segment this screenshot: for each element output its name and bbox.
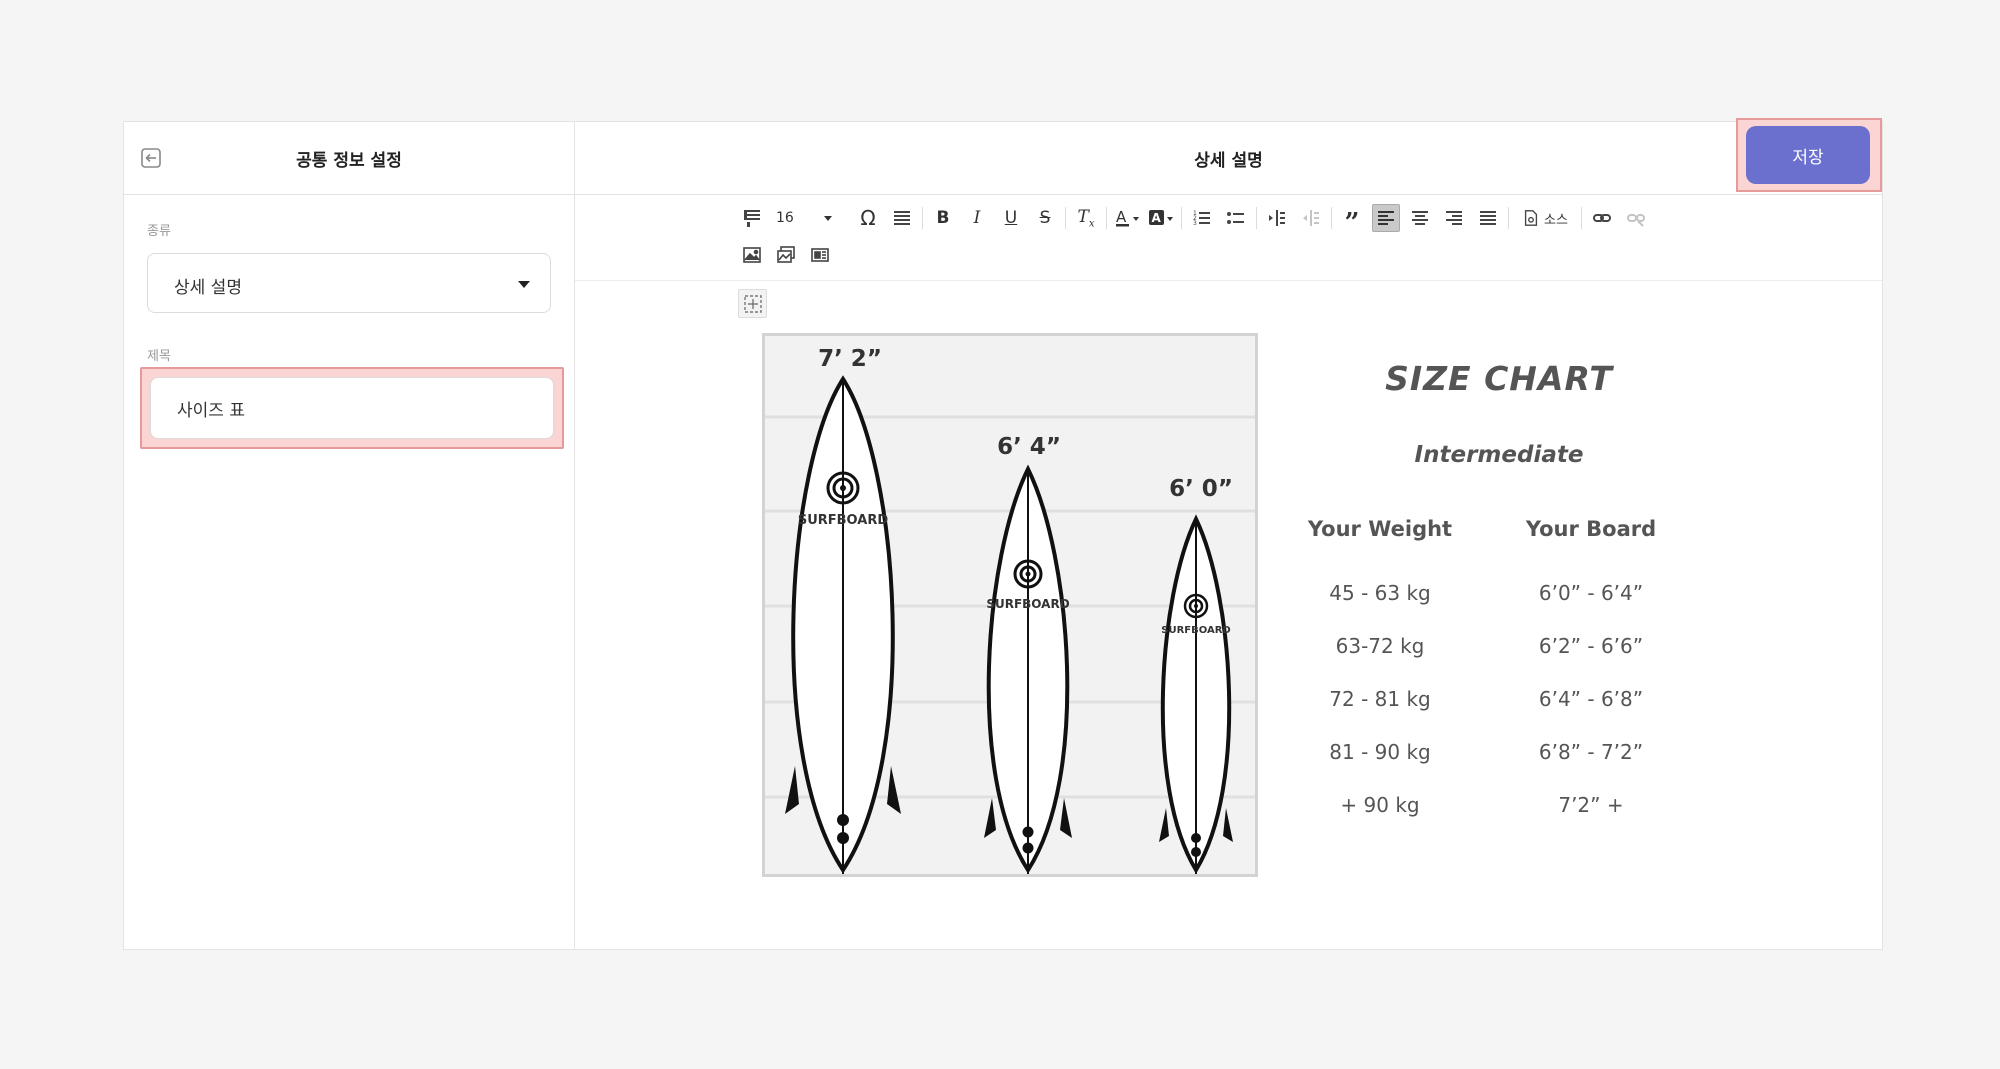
surfboard-graphic-medium xyxy=(984,464,1072,874)
save-button[interactable]: 저장 xyxy=(1746,126,1870,184)
board-column-header: Your Board xyxy=(1525,517,1657,541)
align-justify-icon[interactable] xyxy=(1474,204,1502,232)
surfboard-graphic-small xyxy=(1159,514,1233,874)
indent-icon[interactable] xyxy=(1263,204,1291,232)
board-column: Your Board 6’0” - 6’4” 6’2” - 6’6” 6’4” … xyxy=(1486,517,1696,832)
toolbar-separator xyxy=(922,207,923,229)
format-block-icon[interactable] xyxy=(738,204,766,232)
weight-cell: 45 - 63 kg xyxy=(1329,581,1431,605)
editor-header: 상세 설명 저장 xyxy=(575,118,1882,195)
font-size-value: 16 xyxy=(776,210,794,226)
source-label: 소스 xyxy=(1544,212,1568,228)
ordered-list-icon[interactable]: 123 xyxy=(1188,204,1216,232)
special-char-icon[interactable]: Ω xyxy=(854,204,882,232)
source-button[interactable]: 소스 xyxy=(1515,204,1575,232)
left-panel-header: 공통 정보 설정 xyxy=(124,122,574,195)
horizontal-rule-icon[interactable] xyxy=(888,204,916,232)
bold-icon[interactable]: B xyxy=(929,204,957,232)
image-gallery-icon[interactable] xyxy=(772,241,800,269)
board-cell: 6’2” - 6’6” xyxy=(1538,634,1644,658)
title-label: 제목 xyxy=(147,349,171,364)
board-brand-label: SURFBOARD xyxy=(798,513,888,528)
surfboard-graphic-large xyxy=(785,375,901,874)
weight-column: Your Weight 45 - 63 kg 63-72 kg 72 - 81 … xyxy=(1275,517,1485,832)
link-icon[interactable] xyxy=(1588,204,1616,232)
toolbar-row-2 xyxy=(738,240,840,270)
font-size-select[interactable]: 16 xyxy=(772,204,836,232)
align-center-icon[interactable] xyxy=(1406,204,1434,232)
toolbar-separator xyxy=(1581,207,1582,229)
board-cell: 6’8” - 7’2” xyxy=(1538,740,1644,764)
toolbar-separator xyxy=(1181,207,1182,229)
board-cell: 7’2” + xyxy=(1558,793,1624,817)
board-cell: 6’0” - 6’4” xyxy=(1538,581,1644,605)
toolbar-separator xyxy=(1256,207,1257,229)
caret-down-icon xyxy=(518,281,530,288)
align-left-icon[interactable] xyxy=(1372,204,1400,232)
insert-image-icon[interactable] xyxy=(738,241,766,269)
weight-cell: 81 - 90 kg xyxy=(1329,740,1431,764)
underline-icon[interactable]: U xyxy=(997,204,1025,232)
toolbar-separator xyxy=(1331,207,1332,229)
align-right-icon[interactable] xyxy=(1440,204,1468,232)
left-panel-title: 공통 정보 설정 xyxy=(296,151,402,171)
weight-cell: 63-72 kg xyxy=(1335,634,1425,658)
strikethrough-icon[interactable]: S xyxy=(1031,204,1059,232)
save-button-highlight: 저장 xyxy=(1736,118,1882,192)
board-brand-label: SURFBOARD xyxy=(986,597,1069,611)
svg-text:3: 3 xyxy=(1193,220,1197,227)
italic-icon[interactable]: I xyxy=(963,204,991,232)
size-chart-title: SIZE CHART xyxy=(1385,359,1613,398)
common-info-panel: 공통 정보 설정 종류 상세 설명 제목 xyxy=(124,122,575,949)
editor-content-area[interactable]: 7’ 2” 6’ 4” 6’ 0” SURFBOARD SURFBOARD SU… xyxy=(575,282,1882,949)
media-icon[interactable] xyxy=(806,241,834,269)
toolbar-row-1: 16 Ω B I U S Tx A A 1 2 3 ” 소스 xyxy=(738,203,1656,236)
text-color-icon[interactable]: A xyxy=(1113,204,1141,232)
outdent-icon[interactable] xyxy=(1297,204,1325,232)
board-size-label: 6’ 4” xyxy=(997,434,1061,460)
type-select[interactable]: 상세 설명 xyxy=(147,253,551,313)
table-select-handle-icon[interactable] xyxy=(738,289,767,318)
title-input[interactable] xyxy=(150,377,554,439)
background-color-icon[interactable]: A xyxy=(1147,204,1175,232)
board-brand-label: SURFBOARD xyxy=(1161,625,1230,636)
type-label: 종류 xyxy=(147,224,171,239)
editor-title: 상세 설명 xyxy=(1194,151,1263,171)
caret-down-icon xyxy=(824,215,832,221)
board-cell: 6’4” - 6’8” xyxy=(1538,687,1644,711)
type-select-value: 상세 설명 xyxy=(174,278,242,298)
title-input-highlight xyxy=(140,367,564,449)
unlink-icon[interactable] xyxy=(1622,204,1650,232)
weight-cell: 72 - 81 kg xyxy=(1329,687,1431,711)
weight-cell: + 90 kg xyxy=(1340,793,1420,817)
unordered-list-icon[interactable] xyxy=(1222,204,1250,232)
blockquote-icon[interactable]: ” xyxy=(1338,204,1366,236)
size-chart-subtitle: Intermediate xyxy=(1414,442,1584,468)
toolbar-separator xyxy=(1106,207,1107,229)
svg-text:A: A xyxy=(1152,211,1162,225)
app-window: 공통 정보 설정 종류 상세 설명 제목 상세 설명 저장 16 xyxy=(123,118,1883,950)
board-size-label: 7’ 2” xyxy=(818,346,882,372)
svg-text:A: A xyxy=(1116,208,1127,226)
clear-format-icon[interactable]: Tx xyxy=(1072,204,1100,232)
surfboards-image[interactable]: 7’ 2” 6’ 4” 6’ 0” SURFBOARD SURFBOARD SU… xyxy=(762,333,1258,877)
board-size-label: 6’ 0” xyxy=(1169,476,1233,502)
weight-column-header: Your Weight xyxy=(1307,517,1453,541)
editor-toolbar: 16 Ω B I U S Tx A A 1 2 3 ” 소스 xyxy=(575,195,1882,281)
editor-panel: 상세 설명 저장 16 Ω B I U S Tx A A 1 2 3 ” 소스 … xyxy=(575,118,1882,949)
toolbar-separator xyxy=(1065,207,1066,229)
toolbar-separator xyxy=(1508,207,1509,229)
